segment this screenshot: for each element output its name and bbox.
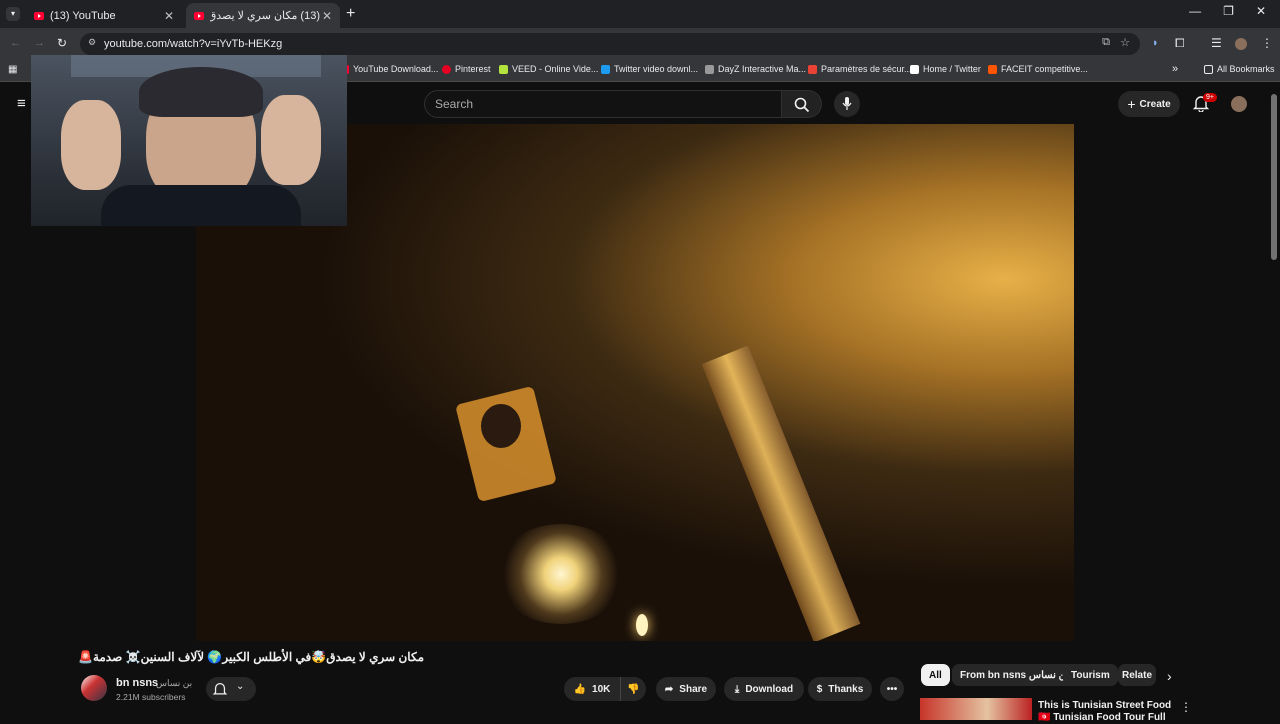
x-icon (910, 64, 919, 74)
pinterest-icon (442, 64, 451, 74)
folder-icon (1204, 64, 1213, 74)
bookmark-item[interactable]: Home / Twitter (910, 64, 981, 74)
video-title: مكان سري لا يصدق🤯في الأطلس الكبير🌍 لآلاف… (78, 650, 424, 664)
webcam-left-hand (61, 100, 121, 190)
share-button[interactable]: ➦ Share (656, 677, 716, 701)
back-icon[interactable]: ← (10, 37, 21, 49)
extensions-icon[interactable]: ⧠ (1175, 36, 1185, 51)
recommended-more-icon[interactable]: ⋮ (1180, 700, 1192, 714)
window-controls: — ❐ ✕ (1189, 4, 1280, 18)
channel-name-arabic[interactable]: بن نساس (156, 678, 192, 689)
veed-icon (499, 64, 508, 74)
thumbs-down-icon: 👎 (627, 683, 640, 695)
media-icon[interactable]: ◗ (1152, 37, 1159, 49)
chevron-right-icon[interactable]: › (1167, 668, 1172, 684)
like-button[interactable]: 👍 10K (564, 677, 620, 701)
reload-icon[interactable]: ↻ (57, 36, 67, 50)
new-tab-button[interactable]: + (346, 5, 355, 23)
url-text: youtube.com/watch?v=iYvTb-HEKzg (104, 38, 283, 50)
youtube-favicon-icon (34, 11, 44, 20)
profile-avatar[interactable] (1235, 38, 1247, 50)
url-bar[interactable]: ⚙ youtube.com/watch?v=iYvTb-HEKzg ⧉ ☆ (80, 33, 1140, 55)
search-input[interactable]: Search (424, 90, 782, 118)
bookmark-item[interactable]: Paramètres de sécur... (808, 64, 912, 74)
all-bookmarks-folder[interactable]: All Bookmarks (1204, 64, 1275, 74)
close-window-icon[interactable]: ✕ (1256, 4, 1266, 18)
create-button[interactable]: + Create (1118, 91, 1180, 117)
account-avatar[interactable] (1231, 96, 1247, 112)
restore-icon[interactable]: ❐ (1223, 4, 1234, 18)
bookmark-item[interactable]: FACEIT competitive... (988, 64, 1088, 74)
thumbs-up-icon: 👍 (573, 683, 587, 695)
reading-list-icon[interactable]: ☰ (1211, 36, 1222, 50)
close-tab-icon[interactable]: ✕ (164, 9, 174, 23)
video-frame-wooden-beam (701, 345, 861, 641)
streamer-webcam-overlay (31, 55, 347, 226)
search-button[interactable] (782, 90, 822, 118)
google-icon (808, 64, 817, 74)
faceit-icon (988, 64, 997, 74)
twitter-downloader-icon (601, 64, 610, 74)
plus-icon: + (1127, 96, 1136, 112)
channel-name[interactable]: bn nsns (116, 677, 158, 689)
dislike-button[interactable]: 👎 (620, 677, 646, 701)
install-app-icon[interactable]: ⧉ (1102, 36, 1110, 49)
dayz-icon (705, 64, 714, 74)
bookmark-star-icon[interactable]: ☆ (1120, 36, 1130, 49)
bookmark-item[interactable]: Pinterest (442, 64, 491, 74)
thanks-button[interactable]: $ Thanks (808, 677, 872, 701)
channel-avatar[interactable] (81, 675, 107, 701)
bookmark-item[interactable]: VEED - Online Vide... (499, 64, 598, 74)
bookmark-item[interactable]: YouTube Download... (345, 64, 438, 74)
tab-label: (13) مكان سري لا يصدق🤯 ف... (210, 10, 320, 22)
webcam-right-hand (261, 95, 321, 185)
tab-current-video[interactable]: (13) مكان سري لا يصدق🤯 ف... ✕ (186, 3, 340, 28)
chip-related[interactable]: Relate (1118, 664, 1156, 686)
bookmark-item[interactable]: Twitter video downl... (601, 64, 698, 74)
tab-search-button[interactable]: ▾ (6, 7, 20, 21)
video-frame-candle (636, 614, 648, 636)
youtube-favicon-icon (194, 11, 204, 20)
download-icon: ⤓ (734, 683, 740, 695)
subscription-notifications-button[interactable]: ⌄ (206, 677, 256, 701)
chip-from-channel[interactable]: From bn nsns بن نساس (952, 664, 1078, 686)
recommended-video-thumbnail[interactable] (920, 698, 1032, 720)
chevron-down-icon: ⌄ (236, 681, 245, 692)
video-frame-face (481, 404, 521, 448)
share-icon: ➦ (664, 683, 674, 695)
close-tab-icon[interactable]: ✕ (322, 9, 332, 23)
webcam-jersey (101, 185, 301, 226)
voice-search-button[interactable] (834, 91, 860, 117)
bookmarks-overflow-icon[interactable]: » (1172, 63, 1178, 75)
video-frame-lamp-glow (496, 524, 626, 624)
webcam-headset (139, 67, 263, 117)
browser-menu-icon[interactable]: ⋮ (1261, 36, 1273, 50)
microphone-icon (842, 97, 852, 110)
super-thanks-icon: $ (816, 683, 823, 695)
forward-icon[interactable]: → (34, 37, 45, 49)
tab-label: (13) YouTube (50, 9, 116, 22)
minimize-icon[interactable]: — (1189, 4, 1201, 18)
bell-icon (212, 683, 228, 695)
tab-youtube-home[interactable]: (13) YouTube ✕ (26, 3, 182, 28)
page-scrollbar[interactable] (1271, 94, 1277, 260)
search-icon (794, 97, 810, 113)
chip-all[interactable]: All (921, 664, 950, 686)
apps-grid-icon[interactable]: ▦ (8, 64, 17, 75)
site-info-icon[interactable]: ⚙ (88, 37, 96, 48)
bookmark-item[interactable]: DayZ Interactive Ma... (705, 64, 806, 74)
more-actions-button[interactable]: ••• (880, 677, 904, 701)
notification-count-badge: 9+ (1203, 93, 1217, 102)
guide-menu-icon[interactable]: ≡ (17, 95, 26, 112)
subscriber-count: 2.21M subscribers (116, 692, 186, 702)
download-button[interactable]: ⤓ Download (724, 677, 804, 701)
chip-tourism[interactable]: Tourism (1063, 664, 1118, 686)
recommended-video-title[interactable]: This is Tunisian Street Food 🇹🇳 Tunisian… (1038, 700, 1178, 724)
